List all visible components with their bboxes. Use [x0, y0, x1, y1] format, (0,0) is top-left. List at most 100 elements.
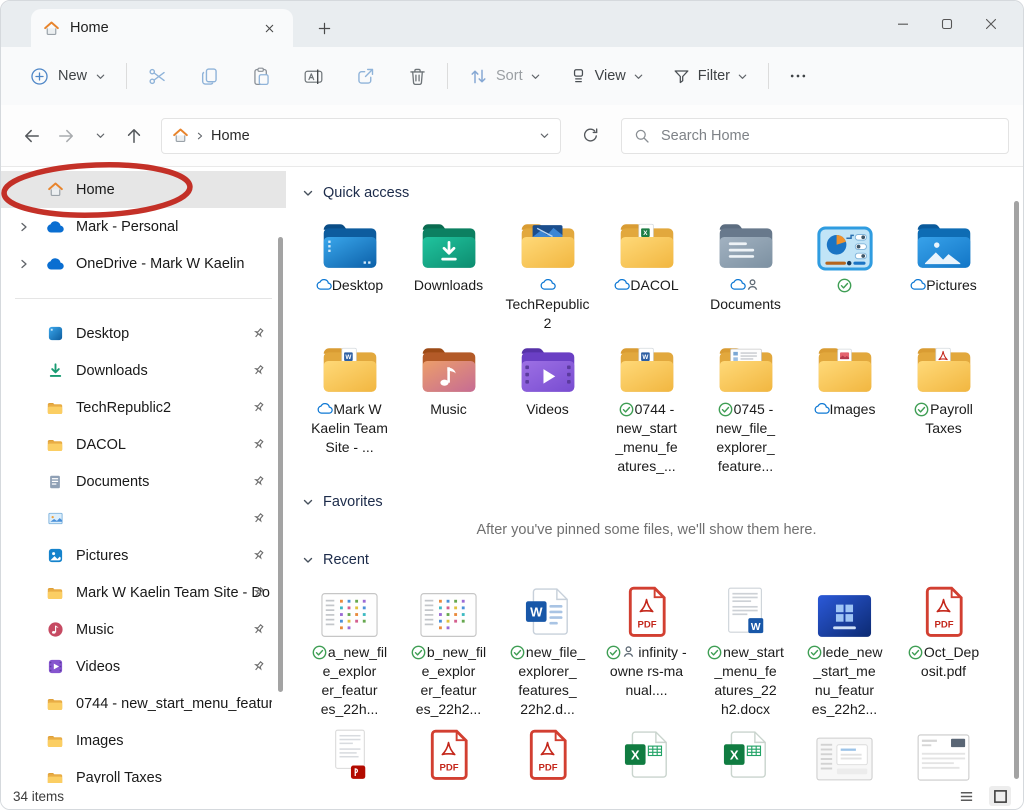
file-item-2022-da-col-payr[interactable]: X2022_DA COL_Payr	[597, 723, 696, 783]
tab-close-icon[interactable]	[257, 16, 281, 40]
rename-button[interactable]	[295, 58, 331, 94]
file-item-oct-dep-osit-pdf[interactable]: PDFOct_Dep osit.pdf	[894, 580, 993, 719]
new-tab-button[interactable]	[309, 13, 339, 43]
details-view-button[interactable]	[955, 786, 977, 806]
cut-button[interactable]	[139, 58, 175, 94]
sidebar-item-0744-new-start-menu-features-2[interactable]: 0744 - new_start_menu_features_2	[1, 685, 286, 722]
file-item-10-ky-sa-lestax-pd[interactable]: PDF10_KY_Sa lesTax.pd	[399, 723, 498, 783]
file-item-infinity-owne-rs-ma-nual[interactable]: PDFinfinity -owne rs-ma nual....	[597, 580, 696, 719]
sidebar-item-videos[interactable]: Videos	[1, 648, 286, 685]
sidebar-item-desktop[interactable]: Desktop	[1, 315, 286, 352]
sidebar-item-mark-w-kaelin-team-site-do[interactable]: Mark W Kaelin Team Site - Do	[1, 574, 286, 611]
home-icon	[172, 127, 189, 144]
section-header-favorites[interactable]: Favorites	[302, 494, 1023, 510]
see-more-button[interactable]	[781, 59, 815, 93]
sidebar-item-unnamed[interactable]	[1, 500, 286, 537]
search-box[interactable]	[621, 118, 1009, 154]
content-scrollbar[interactable]	[1014, 201, 1019, 779]
file-item-oct-4th-qtr-dac[interactable]: XOct_4th_ QTR_DAC	[696, 723, 795, 783]
file-item-music[interactable]: Music	[399, 337, 498, 476]
file-item-desktop[interactable]: Desktop	[300, 213, 399, 333]
pin-icon[interactable]	[252, 327, 266, 341]
address-dropdown-icon[interactable]	[539, 130, 550, 141]
file-item-may-dep-osit-pdf[interactable]: May_Dep osit.pdf	[300, 723, 399, 783]
share-button[interactable]	[347, 58, 383, 94]
refresh-button[interactable]	[573, 119, 607, 153]
sidebar-item-onedrive-mark-w-kaelin[interactable]: OneDrive - Mark W Kaelin	[1, 245, 286, 282]
file-item-0745-new-file-explorer-feature[interactable]: 0745 - new_file_ explorer_ feature...	[696, 337, 795, 476]
chevron-right-icon[interactable]	[17, 220, 31, 234]
file-item-a-new-fil-e-explor-er-featur-e[interactable]: a_new_fil e_explor er_featur es_22h...	[300, 580, 399, 719]
close-button[interactable]	[969, 9, 1013, 39]
sidebar-item-label: Home	[76, 182, 115, 198]
file-item-10-ky-w-h-k-1-pd[interactable]: PDF10_KY_W H_K-1.pd	[498, 723, 597, 783]
pin-icon[interactable]	[252, 623, 266, 637]
file-item-videos[interactable]: Videos	[498, 337, 597, 476]
file-item-new-file-explorer-features-22h[interactable]: Wnew_file_ explorer_ features_ 22h2.d...	[498, 580, 597, 719]
file-item-b-new-fil-e-explor-er-featur-e[interactable]: b_new_fil e_explor er_featur es_22h2...	[399, 580, 498, 719]
chevron-right-icon[interactable]	[17, 257, 31, 271]
pin-icon[interactable]	[252, 475, 266, 489]
pin-icon[interactable]	[252, 660, 266, 674]
file-item-unnamed[interactable]	[795, 213, 894, 333]
file-item-pictures[interactable]: Pictures	[894, 213, 993, 333]
address-bar[interactable]: Home	[161, 118, 561, 154]
icons-view-button[interactable]	[989, 786, 1011, 806]
search-input[interactable]	[659, 127, 996, 145]
file-item-r-window-s-powert[interactable]: r_window s_powert	[894, 723, 993, 783]
sidebar-item-mark-personal[interactable]: Mark - Personal	[1, 208, 286, 245]
file-item-techrepublic2[interactable]: TechRepublic2	[498, 213, 597, 333]
recent-locations-button[interactable]	[83, 119, 117, 153]
pin-icon[interactable]	[252, 401, 266, 415]
delete-button[interactable]	[399, 58, 435, 94]
pin-icon[interactable]	[252, 586, 266, 600]
file-item-documents[interactable]: Documents	[696, 213, 795, 333]
file-item-dacol[interactable]: X DACOL	[597, 213, 696, 333]
file-item-downloads[interactable]: Downloads	[399, 213, 498, 333]
new-button[interactable]: New	[21, 60, 114, 93]
command-toolbar: New Sort View Filter	[1, 47, 1023, 105]
filter-dropdown[interactable]: Filter	[664, 60, 756, 93]
forward-button[interactable]	[49, 119, 83, 153]
pin-icon[interactable]	[252, 549, 266, 563]
sidebar-item-pictures[interactable]: Pictures	[1, 537, 286, 574]
sidebar-item-documents[interactable]: Documents	[1, 463, 286, 500]
file-item-mark-w-kaelin-team-site[interactable]: W Mark W Kaelin Team Site - ...	[300, 337, 399, 476]
section-header-quick-access[interactable]: Quick access	[302, 185, 1023, 201]
pin-icon[interactable]	[252, 364, 266, 378]
sidebar-item-techrepublic2[interactable]: TechRepublic2	[1, 389, 286, 426]
breadcrumb[interactable]: Home	[211, 128, 250, 144]
sidebar-item-downloads[interactable]: Downloads	[1, 352, 286, 389]
sidebar-item-dacol[interactable]: DACOL	[1, 426, 286, 463]
sidebar-item-home[interactable]: Home	[1, 171, 286, 208]
file-item-lede-new-start-me-nu-featur-es[interactable]: lede_new _start_me nu_featur es_22h2...	[795, 580, 894, 719]
item-label: lede_new _start_me nu_featur es_22h2...	[801, 643, 889, 719]
copy-button[interactable]	[191, 58, 227, 94]
pin-icon[interactable]	[252, 512, 266, 526]
cloud-badge-icon	[910, 278, 925, 292]
minimize-button[interactable]	[881, 9, 925, 39]
file-item-s-windo-ws-powe[interactable]: s_windo ws_powe	[795, 723, 894, 783]
up-button[interactable]	[117, 119, 151, 153]
file-item-new-start-menu-fe-atures-22-h2[interactable]: Wnew_start _menu_fe atures_22 h2.docx	[696, 580, 795, 719]
chevron-down-icon	[302, 554, 314, 566]
section-header-recent[interactable]: Recent	[302, 552, 1023, 568]
paste-button[interactable]	[243, 58, 279, 94]
view-dropdown[interactable]: View	[561, 60, 652, 93]
maximize-button[interactable]	[925, 9, 969, 39]
file-item-payroll-taxes[interactable]: Payroll Taxes	[894, 337, 993, 476]
sidebar-item-payroll-taxes[interactable]: Payroll Taxes	[1, 759, 286, 783]
check-badge-icon	[718, 402, 733, 416]
sidebar-item-music[interactable]: Music	[1, 611, 286, 648]
sort-dropdown[interactable]: Sort	[460, 60, 549, 93]
sidebar-item-images[interactable]: Images	[1, 722, 286, 759]
item-label: 0744 - new_start _menu_fe atures_...	[603, 400, 691, 476]
file-item-0744-new-start-menu-fe-atures[interactable]: W 0744 - new_start _menu_fe atures_...	[597, 337, 696, 476]
sidebar-scrollbar[interactable]	[278, 237, 283, 692]
pin-icon[interactable]	[252, 438, 266, 452]
desktop-icon	[45, 324, 65, 344]
tab-home[interactable]: Home	[31, 9, 293, 47]
pdf-file-icon: PDF	[428, 723, 470, 781]
back-button[interactable]	[15, 119, 49, 153]
file-item-images[interactable]: Images	[795, 337, 894, 476]
